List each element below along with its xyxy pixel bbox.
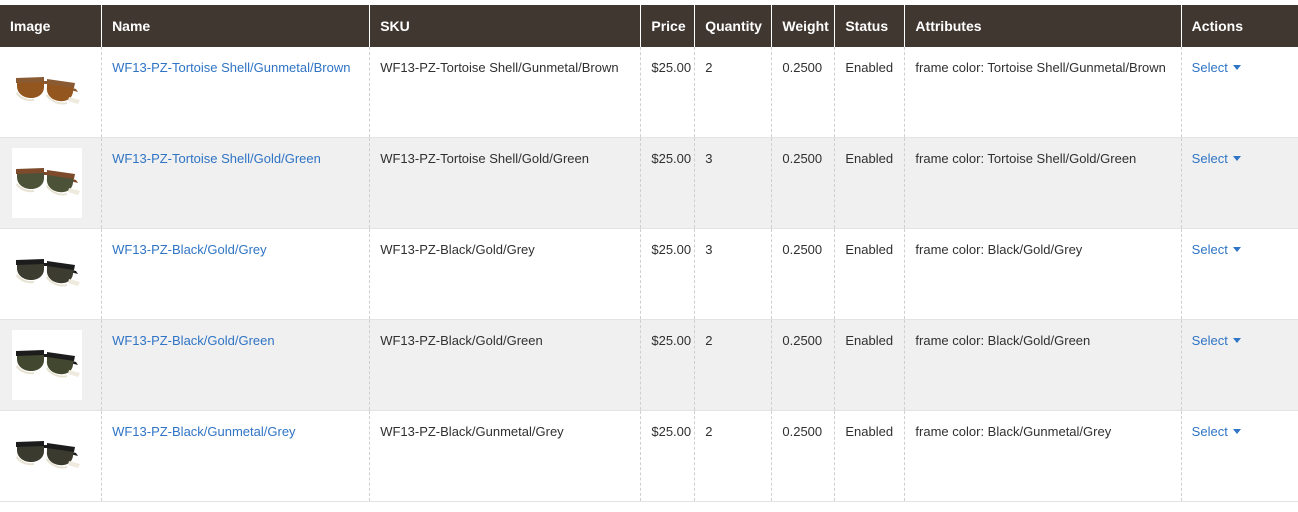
select-action-button[interactable]: Select [1192, 151, 1241, 166]
cell-image [0, 137, 103, 229]
cell-weight: 0.2500 [771, 319, 836, 411]
cell-name: WF13-PZ-Tortoise Shell/Gunmetal/Brown [101, 47, 371, 138]
cell-attributes: frame color: Tortoise Shell/Gold/Green [904, 137, 1182, 229]
cell-weight: 0.2500 [771, 410, 836, 502]
cell-actions: Select [1181, 137, 1298, 229]
column-header-price[interactable]: Price [640, 5, 696, 47]
product-name-link[interactable]: WF13-PZ-Tortoise Shell/Gold/Green [112, 151, 321, 166]
sunglasses-graphic [12, 239, 82, 309]
cell-quantity: 2 [694, 410, 773, 502]
cell-name: WF13-PZ-Black/Gunmetal/Grey [101, 410, 371, 502]
cell-attributes: frame color: Black/Gunmetal/Grey [904, 410, 1182, 502]
cell-weight: 0.2500 [771, 137, 836, 229]
column-header-sku[interactable]: SKU [369, 5, 642, 47]
cell-sku: WF13-PZ-Black/Gold/Green [369, 319, 642, 411]
cell-status: Enabled [834, 47, 906, 138]
product-thumbnail-icon [12, 57, 82, 127]
product-variations-grid: Image Name SKU Price Quantity Weight Sta… [0, 5, 1298, 502]
select-action-button[interactable]: Select [1192, 424, 1241, 439]
cell-price: $25.00 [640, 137, 696, 229]
cell-actions: Select [1181, 319, 1298, 411]
cell-price: $25.00 [640, 47, 696, 138]
cell-weight: 0.2500 [771, 228, 836, 320]
column-header-status[interactable]: Status [834, 5, 906, 47]
cell-actions: Select [1181, 47, 1298, 138]
product-name-link[interactable]: WF13-PZ-Black/Gold/Grey [112, 242, 267, 257]
chevron-down-icon [1232, 338, 1241, 344]
cell-status: Enabled [834, 410, 906, 502]
product-thumbnail-icon [12, 148, 82, 218]
product-thumbnail-icon [12, 239, 82, 309]
cell-image [0, 47, 103, 138]
cell-name: WF13-PZ-Black/Gold/Green [101, 319, 371, 411]
cell-status: Enabled [834, 137, 906, 229]
cell-attributes: frame color: Black/Gold/Grey [904, 228, 1182, 320]
grid-body: WF13-PZ-Tortoise Shell/Gunmetal/Brown WF1… [0, 47, 1298, 502]
cell-sku: WF13-PZ-Tortoise Shell/Gold/Green [369, 137, 642, 229]
product-name-link[interactable]: WF13-PZ-Black/Gunmetal/Grey [112, 424, 296, 439]
sunglasses-graphic [12, 421, 82, 491]
sunglasses-graphic [12, 148, 82, 218]
table-row[interactable]: WF13-PZ-Black/Gunmetal/Grey WF13-PZ-Black… [0, 410, 1298, 502]
column-header-image[interactable]: Image [0, 5, 103, 47]
cell-price: $25.00 [640, 228, 696, 320]
cell-name: WF13-PZ-Tortoise Shell/Gold/Green [101, 137, 371, 229]
sunglasses-graphic [12, 57, 82, 127]
cell-quantity: 3 [694, 137, 773, 229]
cell-actions: Select [1181, 410, 1298, 502]
cell-status: Enabled [834, 228, 906, 320]
cell-actions: Select [1181, 228, 1298, 320]
cell-sku: WF13-PZ-Black/Gunmetal/Grey [369, 410, 642, 502]
cell-quantity: 2 [694, 319, 773, 411]
product-grid-container: Image Name SKU Price Quantity Weight Sta… [0, 0, 1298, 502]
cell-image [0, 410, 103, 502]
chevron-down-icon [1232, 65, 1241, 71]
table-row[interactable]: WF13-PZ-Tortoise Shell/Gunmetal/Brown WF1… [0, 47, 1298, 138]
cell-attributes: frame color: Tortoise Shell/Gunmetal/Bro… [904, 47, 1182, 138]
cell-image [0, 228, 103, 320]
column-header-attributes[interactable]: Attributes [904, 5, 1182, 47]
product-thumbnail-icon [12, 421, 82, 491]
cell-name: WF13-PZ-Black/Gold/Grey [101, 228, 371, 320]
table-row[interactable]: WF13-PZ-Black/Gold/Green WF13-PZ-Black/Go… [0, 319, 1298, 411]
grid-header-row: Image Name SKU Price Quantity Weight Sta… [0, 5, 1298, 47]
cell-status: Enabled [834, 319, 906, 411]
sunglasses-graphic [12, 330, 82, 400]
grid-header: Image Name SKU Price Quantity Weight Sta… [0, 5, 1298, 47]
cell-sku: WF13-PZ-Tortoise Shell/Gunmetal/Brown [369, 47, 642, 138]
cell-quantity: 2 [694, 47, 773, 138]
column-header-name[interactable]: Name [101, 5, 371, 47]
column-header-weight[interactable]: Weight [771, 5, 836, 47]
column-header-actions[interactable]: Actions [1181, 5, 1298, 47]
table-row[interactable]: WF13-PZ-Black/Gold/Grey WF13-PZ-Black/Gol… [0, 228, 1298, 320]
cell-quantity: 3 [694, 228, 773, 320]
product-name-link[interactable]: WF13-PZ-Black/Gold/Green [112, 333, 275, 348]
select-action-button[interactable]: Select [1192, 333, 1241, 348]
chevron-down-icon [1232, 429, 1241, 435]
cell-image [0, 319, 103, 411]
cell-sku: WF13-PZ-Black/Gold/Grey [369, 228, 642, 320]
cell-price: $25.00 [640, 319, 696, 411]
cell-weight: 0.2500 [771, 47, 836, 138]
cell-attributes: frame color: Black/Gold/Green [904, 319, 1182, 411]
select-action-button[interactable]: Select [1192, 242, 1241, 257]
chevron-down-icon [1232, 247, 1241, 253]
cell-price: $25.00 [640, 410, 696, 502]
select-action-button[interactable]: Select [1192, 60, 1241, 75]
chevron-down-icon [1232, 156, 1241, 162]
product-name-link[interactable]: WF13-PZ-Tortoise Shell/Gunmetal/Brown [112, 60, 350, 75]
column-header-quantity[interactable]: Quantity [694, 5, 773, 47]
table-row[interactable]: WF13-PZ-Tortoise Shell/Gold/Green WF13-PZ… [0, 137, 1298, 229]
product-thumbnail-icon [12, 330, 82, 400]
